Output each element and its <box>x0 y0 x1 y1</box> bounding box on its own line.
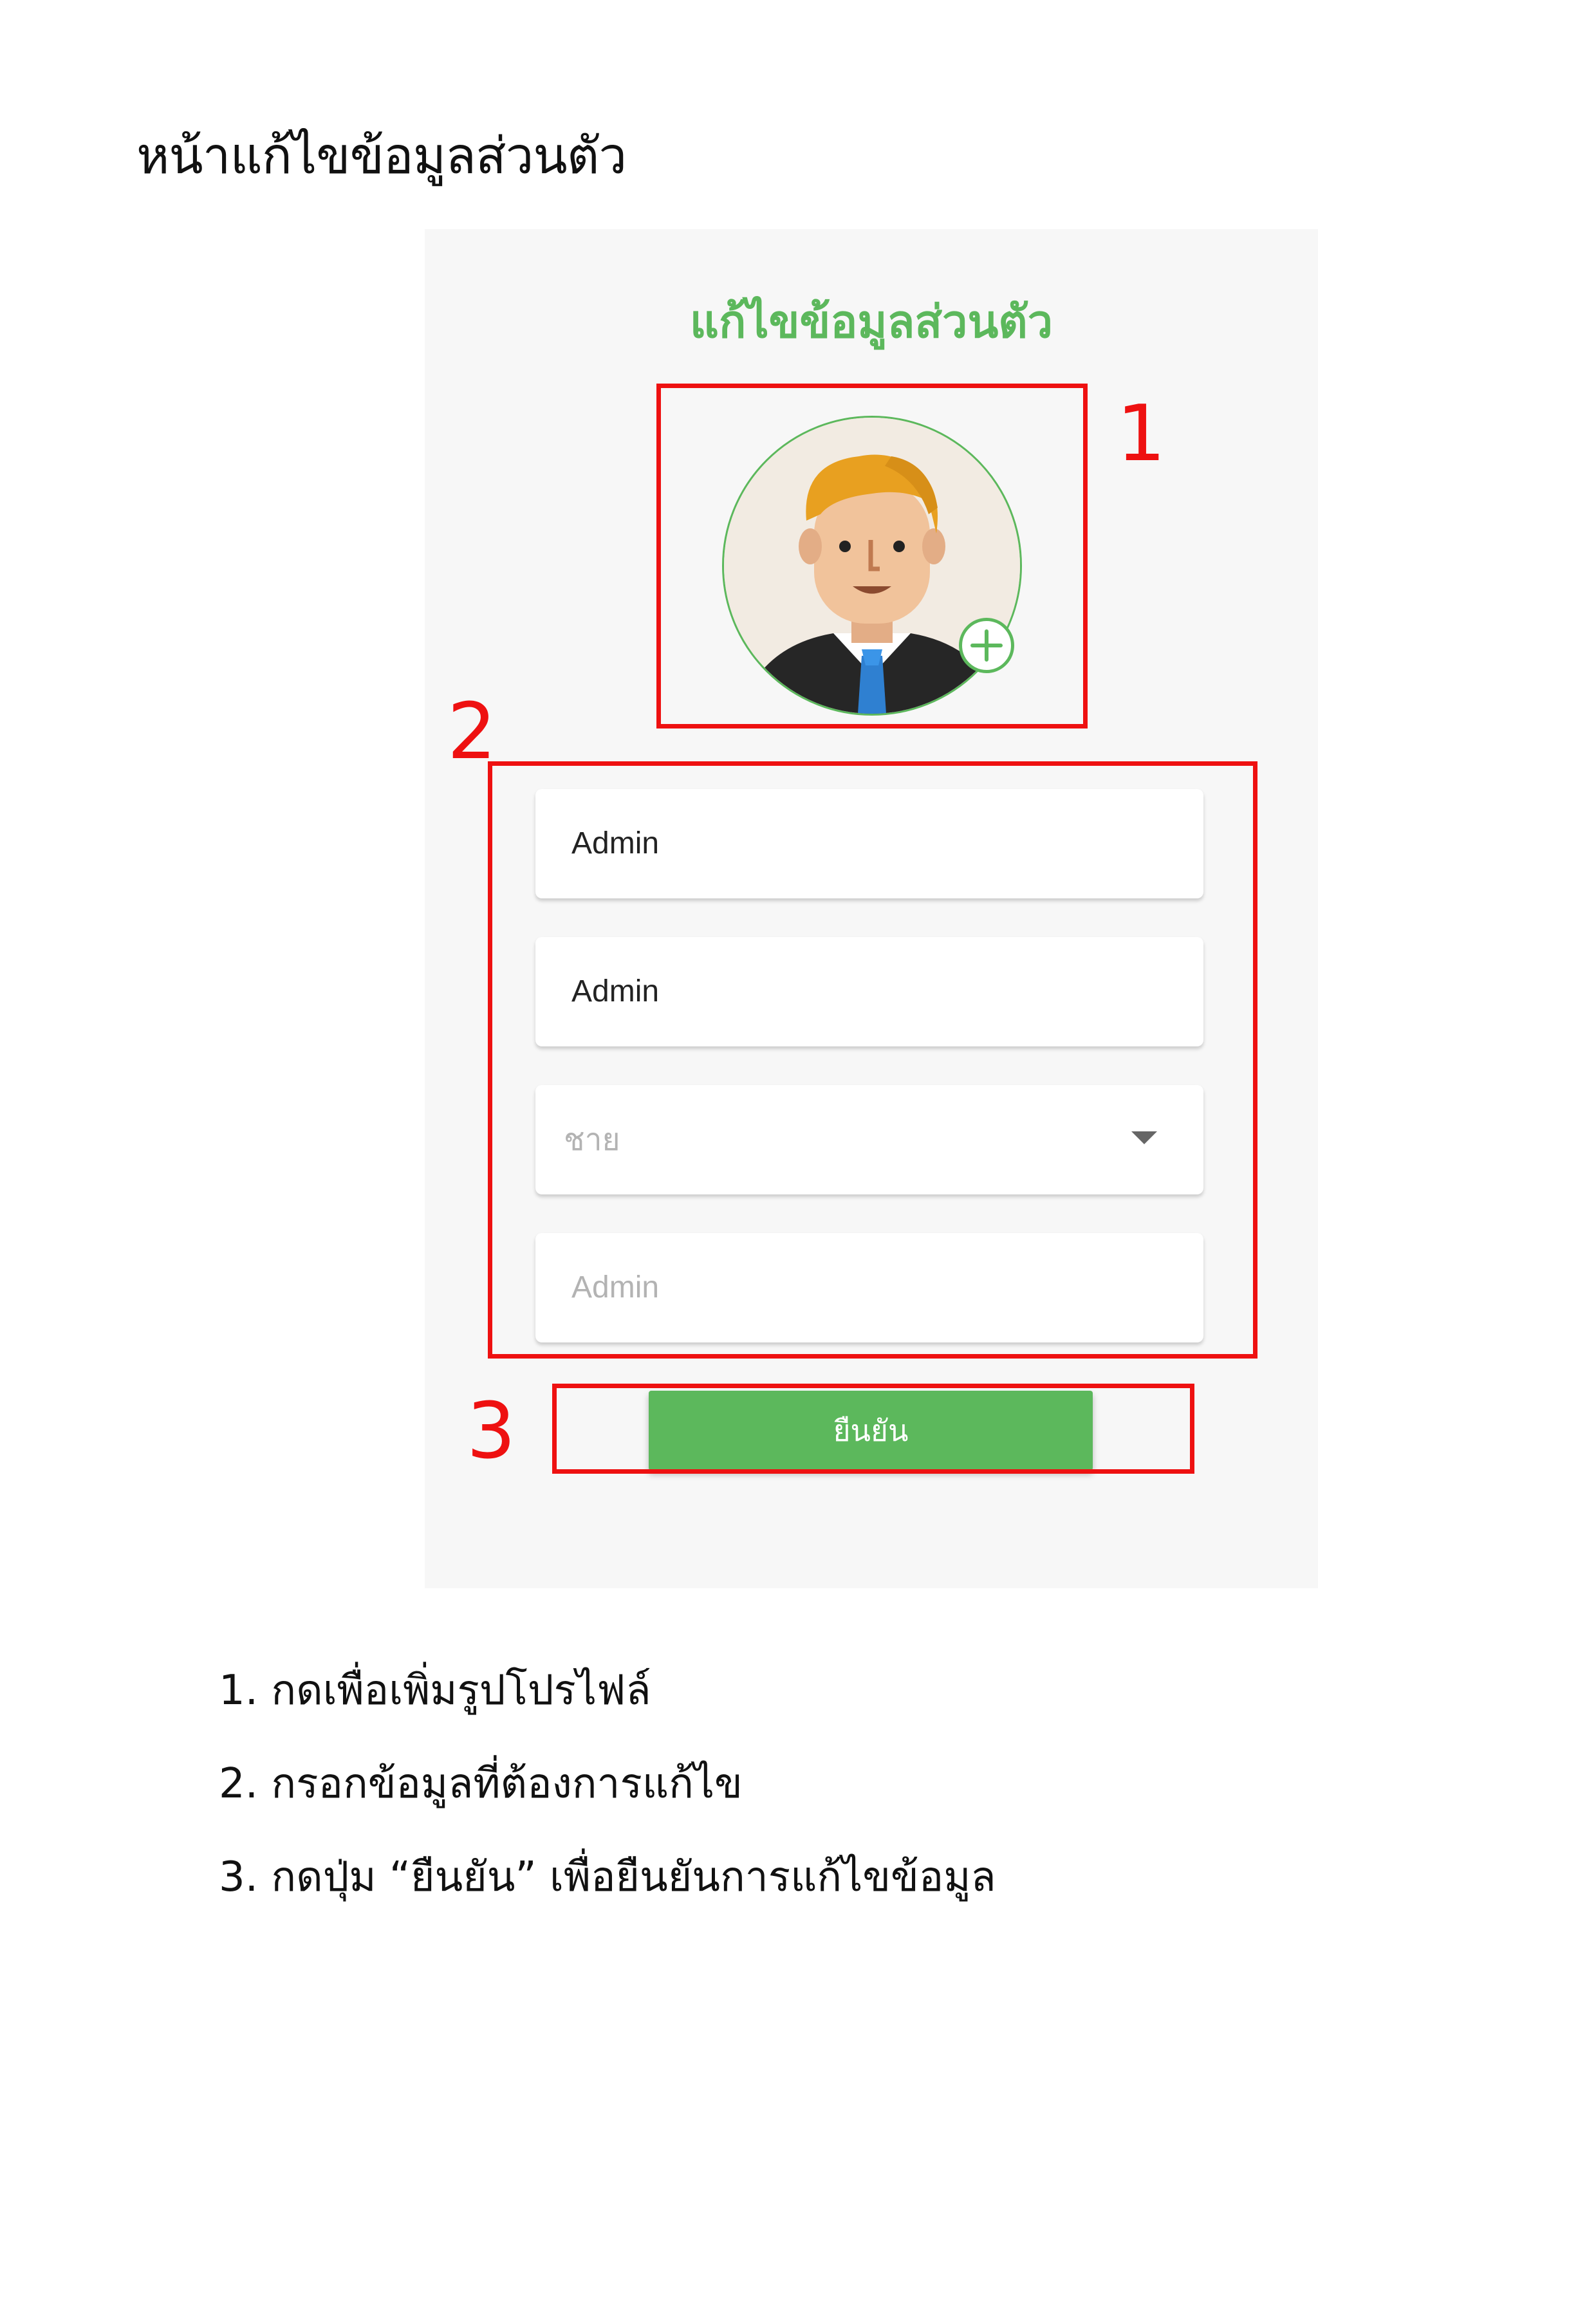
document-title: หน้าแก้ไขข้อมูลส่วนตัว <box>136 127 627 185</box>
marker-3: 3 <box>467 1387 516 1476</box>
marker-2: 2 <box>447 687 497 777</box>
instruction-item: 1. กดเพื่อเพิ่มรูปโปรไฟล์ <box>219 1667 651 1714</box>
highlight-box-1 <box>656 384 1088 728</box>
instruction-list: 1. กดเพื่อเพิ่มรูปโปรไฟล์ 2. กรอกข้อมูลท… <box>219 1657 996 1937</box>
instruction-item: 3. กดปุ่ม “ยืนยัน” เพื่อยืนยันการแก้ไขข้… <box>219 1853 996 1901</box>
instruction-item: 2. กรอกข้อมูลที่ต้องการแก้ไข <box>219 1760 743 1808</box>
marker-1: 1 <box>1117 389 1166 479</box>
screen-title: แก้ไขข้อมูลส่วนตัว <box>689 295 1053 348</box>
highlight-box-3 <box>552 1384 1194 1474</box>
highlight-box-2 <box>488 761 1257 1359</box>
